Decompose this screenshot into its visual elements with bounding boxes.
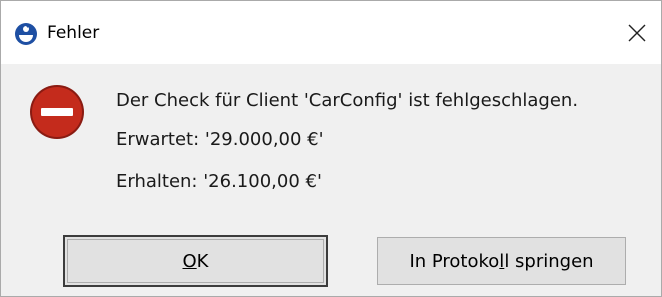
ok-label-rest: K (196, 250, 209, 272)
title-bar[interactable]: Fehler (1, 1, 661, 64)
jump-to-log-label: In Protokoll springen (409, 251, 593, 272)
blue-circle-logo-icon (15, 23, 37, 45)
error-stop-icon (30, 85, 84, 139)
close-button[interactable] (613, 11, 661, 55)
jump-to-log-button[interactable]: In Protokoll springen (377, 237, 626, 285)
window-title: Fehler (47, 23, 100, 43)
log-label-after: l springen (504, 250, 594, 272)
error-dialog: Fehler Der Check für Client 'CarConfig' … (0, 0, 662, 297)
expected-value-text: Erwartet: '29.000,00 €' (116, 129, 324, 150)
log-label-before: In Protoko (409, 250, 500, 272)
error-message: Der Check für Client 'CarConfig' ist feh… (116, 90, 579, 111)
ok-button[interactable]: OK (63, 235, 328, 287)
received-value-text: Erhalten: '26.100,00 €' (116, 171, 322, 192)
ok-button-label: OK (183, 251, 209, 272)
ok-accelerator: O (182, 250, 197, 272)
close-icon (628, 24, 646, 42)
